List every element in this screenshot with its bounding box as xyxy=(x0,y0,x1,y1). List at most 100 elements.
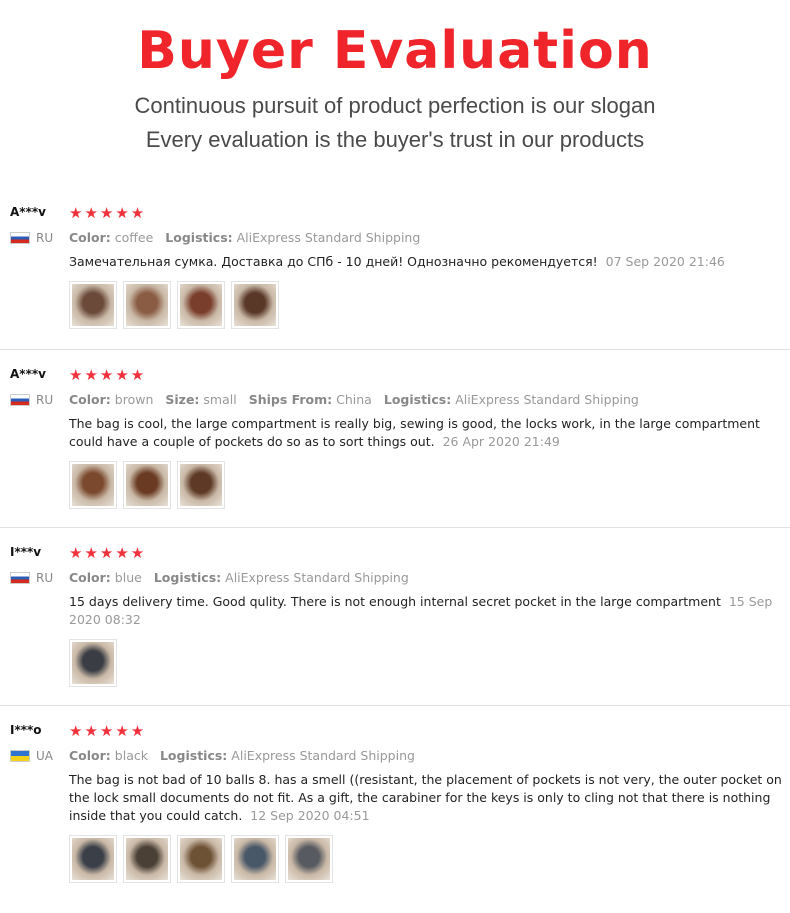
attribute-key: Color: xyxy=(69,230,111,245)
review-date: 12 Sep 2020 04:51 xyxy=(250,808,370,823)
review-comment: The bag is not bad of 10 balls 8. has a … xyxy=(69,772,782,823)
review-attributes: Color: coffee Logistics: AliExpress Stand… xyxy=(69,230,782,245)
bag-photo xyxy=(72,284,114,326)
country-code: RU xyxy=(36,231,54,245)
attribute-value: coffee xyxy=(114,230,154,245)
review-text: The bag is not bad of 10 balls 8. has a … xyxy=(69,771,782,825)
attribute-key: Color: xyxy=(69,392,111,407)
star-rating: ★★★★★ xyxy=(69,204,147,222)
attribute-key: Color: xyxy=(69,570,111,585)
review-photos xyxy=(69,461,782,509)
bag-photo xyxy=(126,284,168,326)
review-date: 26 Apr 2020 21:49 xyxy=(442,434,560,449)
attribute-value: AliExpress Standard Shipping xyxy=(225,570,409,585)
attribute-key: Logistics: xyxy=(165,230,233,245)
reviewer-country: RU xyxy=(10,393,53,407)
bag-photo xyxy=(72,464,114,506)
page-title: Buyer Evaluation xyxy=(137,21,653,81)
star-rating: ★★★★★ xyxy=(69,722,147,740)
attribute-item: Logistics: AliExpress Standard Shipping xyxy=(154,570,409,585)
attribute-value: AliExpress Standard Shipping xyxy=(231,748,415,763)
review-photo-thumbnail[interactable] xyxy=(69,461,117,509)
review-photo-thumbnail[interactable] xyxy=(123,835,171,883)
country-code: RU xyxy=(36,571,54,585)
bag-photo xyxy=(126,838,168,880)
review-divider xyxy=(0,349,790,350)
bag-photo xyxy=(288,838,330,880)
reviewer-name: A***v xyxy=(10,367,46,381)
review-photo-thumbnail[interactable] xyxy=(177,835,225,883)
attribute-item: Size: small xyxy=(165,392,236,407)
attribute-item: Color: black xyxy=(69,748,148,763)
attribute-key: Ships From: xyxy=(248,392,333,407)
bag-photo xyxy=(180,838,222,880)
attribute-item: Color: brown xyxy=(69,392,153,407)
review-text: 15 days delivery time. Good qulity. Ther… xyxy=(69,593,782,629)
country-flag-icon xyxy=(10,394,30,406)
country-flag-icon xyxy=(10,750,30,762)
review-comment: The bag is cool, the large compartment i… xyxy=(69,416,760,449)
reviewer-name: I***v xyxy=(10,545,42,559)
attribute-value: AliExpress Standard Shipping xyxy=(455,392,639,407)
attribute-key: Size: xyxy=(165,392,200,407)
bag-photo xyxy=(72,838,114,880)
reviewer-name: A***v xyxy=(10,205,46,219)
country-code: UA xyxy=(36,749,53,763)
review-photos xyxy=(69,835,782,883)
country-code: RU xyxy=(36,393,54,407)
reviewer-country: RU xyxy=(10,571,53,585)
review-date: 07 Sep 2020 21:46 xyxy=(605,254,725,269)
attribute-key: Color: xyxy=(69,748,111,763)
review-comment: Замечательная сумка. Доставка до СПб - 1… xyxy=(69,254,598,269)
bag-photo xyxy=(126,464,168,506)
bag-photo xyxy=(180,464,222,506)
review-body: ★★★★★ Color: blue Logistics: AliExpress St… xyxy=(69,544,782,687)
country-flag-icon xyxy=(10,572,30,584)
attribute-item: Logistics: AliExpress Standard Shipping xyxy=(165,230,420,245)
review-photo-thumbnail[interactable] xyxy=(285,835,333,883)
review-photo-thumbnail[interactable] xyxy=(123,281,171,329)
star-rating: ★★★★★ xyxy=(69,366,147,384)
page-header: Buyer Evaluation Continuous pursuit of p… xyxy=(0,0,790,157)
review-body: ★★★★★ Color: black Logistics: AliExpress S… xyxy=(69,722,782,883)
slogan-line-1: Continuous pursuit of product perfection… xyxy=(134,93,656,118)
attribute-item: Logistics: AliExpress Standard Shipping xyxy=(160,748,415,763)
review-photo-thumbnail[interactable] xyxy=(231,835,279,883)
review-photo-thumbnail[interactable] xyxy=(177,461,225,509)
review-text: The bag is cool, the large compartment i… xyxy=(69,415,782,451)
review-body: ★★★★★ Color: coffee Logistics: AliExpress … xyxy=(69,204,782,329)
review-attributes: Color: black Logistics: AliExpress Standa… xyxy=(69,748,782,763)
attribute-value: brown xyxy=(114,392,154,407)
review-photos xyxy=(69,281,782,329)
attribute-value: black xyxy=(114,748,148,763)
review-comment: 15 days delivery time. Good qulity. Ther… xyxy=(69,594,721,609)
review-photo-thumbnail[interactable] xyxy=(69,639,117,687)
review-text: Замечательная сумка. Доставка до СПб - 1… xyxy=(69,253,782,271)
review-divider xyxy=(0,527,790,528)
review-photo-thumbnail[interactable] xyxy=(69,281,117,329)
attribute-key: Logistics: xyxy=(153,570,222,585)
slogan-line-2: Every evaluation is the buyer's trust in… xyxy=(145,127,645,152)
country-flag-icon xyxy=(10,232,30,244)
star-rating: ★★★★★ xyxy=(69,544,147,562)
review-photo-thumbnail[interactable] xyxy=(177,281,225,329)
attribute-key: Logistics: xyxy=(159,748,228,763)
review-photo-thumbnail[interactable] xyxy=(231,281,279,329)
attribute-item: Logistics: AliExpress Standard Shipping xyxy=(384,392,639,407)
attribute-value: blue xyxy=(114,570,142,585)
bag-photo xyxy=(72,642,114,684)
attribute-key: Logistics: xyxy=(383,392,452,407)
attribute-item: Color: blue xyxy=(69,570,142,585)
attribute-value: China xyxy=(336,392,372,407)
bag-photo xyxy=(234,838,276,880)
bag-photo xyxy=(180,284,222,326)
review-attributes: Color: brown Size: small Ships From: China… xyxy=(69,392,782,407)
review-photos xyxy=(69,639,782,687)
reviewer-country: RU xyxy=(10,231,53,245)
review-photo-thumbnail[interactable] xyxy=(123,461,171,509)
attribute-value: AliExpress Standard Shipping xyxy=(236,230,421,245)
reviewer-country: UA xyxy=(10,749,53,763)
review-photo-thumbnail[interactable] xyxy=(69,835,117,883)
attribute-item: Color: coffee xyxy=(69,230,153,245)
attribute-item: Ships From: China xyxy=(249,392,372,407)
